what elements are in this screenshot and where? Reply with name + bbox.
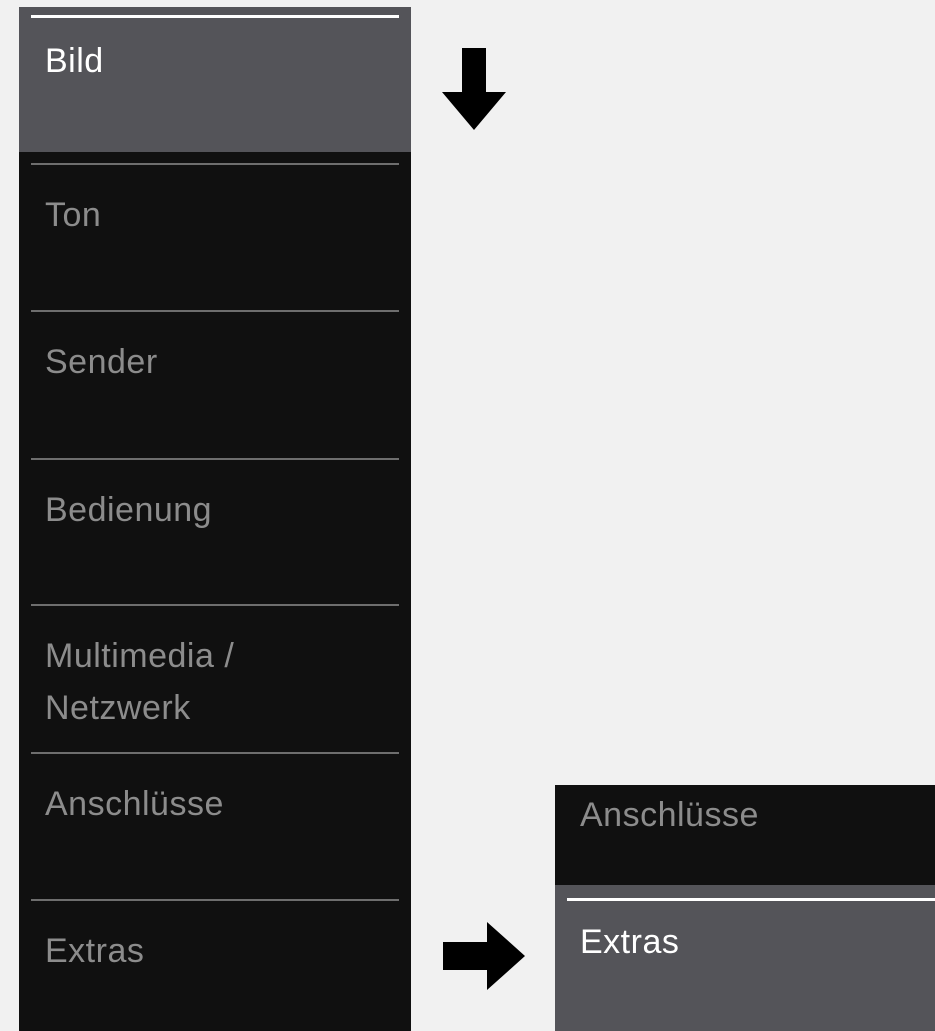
menu-item-label: Sender xyxy=(45,343,158,381)
arrow-right-icon xyxy=(443,922,525,990)
menu-divider xyxy=(31,899,399,901)
menu-item-label: Bild xyxy=(45,42,104,80)
zoom-item-label: Extras xyxy=(580,923,680,961)
menu-divider xyxy=(31,458,399,460)
zoom-detail-panel: Anschlüsse Extras xyxy=(555,785,935,1031)
menu-item-label: Anschlüsse xyxy=(45,785,224,823)
menu-divider xyxy=(567,898,935,901)
arrow-down-icon xyxy=(442,48,506,130)
menu-divider xyxy=(31,310,399,312)
menu-item-label: Multimedia / Netzwerk xyxy=(45,637,235,727)
menu-item-label: Extras xyxy=(45,932,145,970)
menu-item-sender[interactable]: Sender xyxy=(19,310,411,457)
menu-divider xyxy=(31,604,399,606)
screen: Bild Ton Sender Bedienung Multimedia / N… xyxy=(0,0,935,1031)
menu-item-label: Bedienung xyxy=(45,491,213,529)
menu-item-label: Ton xyxy=(45,196,102,234)
menu-item-bedienung[interactable]: Bedienung xyxy=(19,458,411,604)
zoom-item-anschluesse[interactable]: Anschlüsse xyxy=(555,785,935,885)
settings-menu: Bild Ton Sender Bedienung Multimedia / N… xyxy=(19,7,411,1031)
menu-item-ton[interactable]: Ton xyxy=(19,163,411,309)
menu-divider xyxy=(31,163,399,165)
zoom-item-label: Anschlüsse xyxy=(580,796,759,834)
menu-item-anschluesse[interactable]: Anschlüsse xyxy=(19,752,411,898)
menu-item-extras[interactable]: Extras xyxy=(19,899,411,1031)
menu-item-bild[interactable]: Bild xyxy=(19,7,411,152)
zoom-item-extras[interactable]: Extras xyxy=(555,885,935,1031)
menu-divider xyxy=(31,15,399,18)
menu-divider xyxy=(31,752,399,754)
menu-item-multimedia-netzwerk[interactable]: Multimedia / Netzwerk xyxy=(19,604,411,751)
